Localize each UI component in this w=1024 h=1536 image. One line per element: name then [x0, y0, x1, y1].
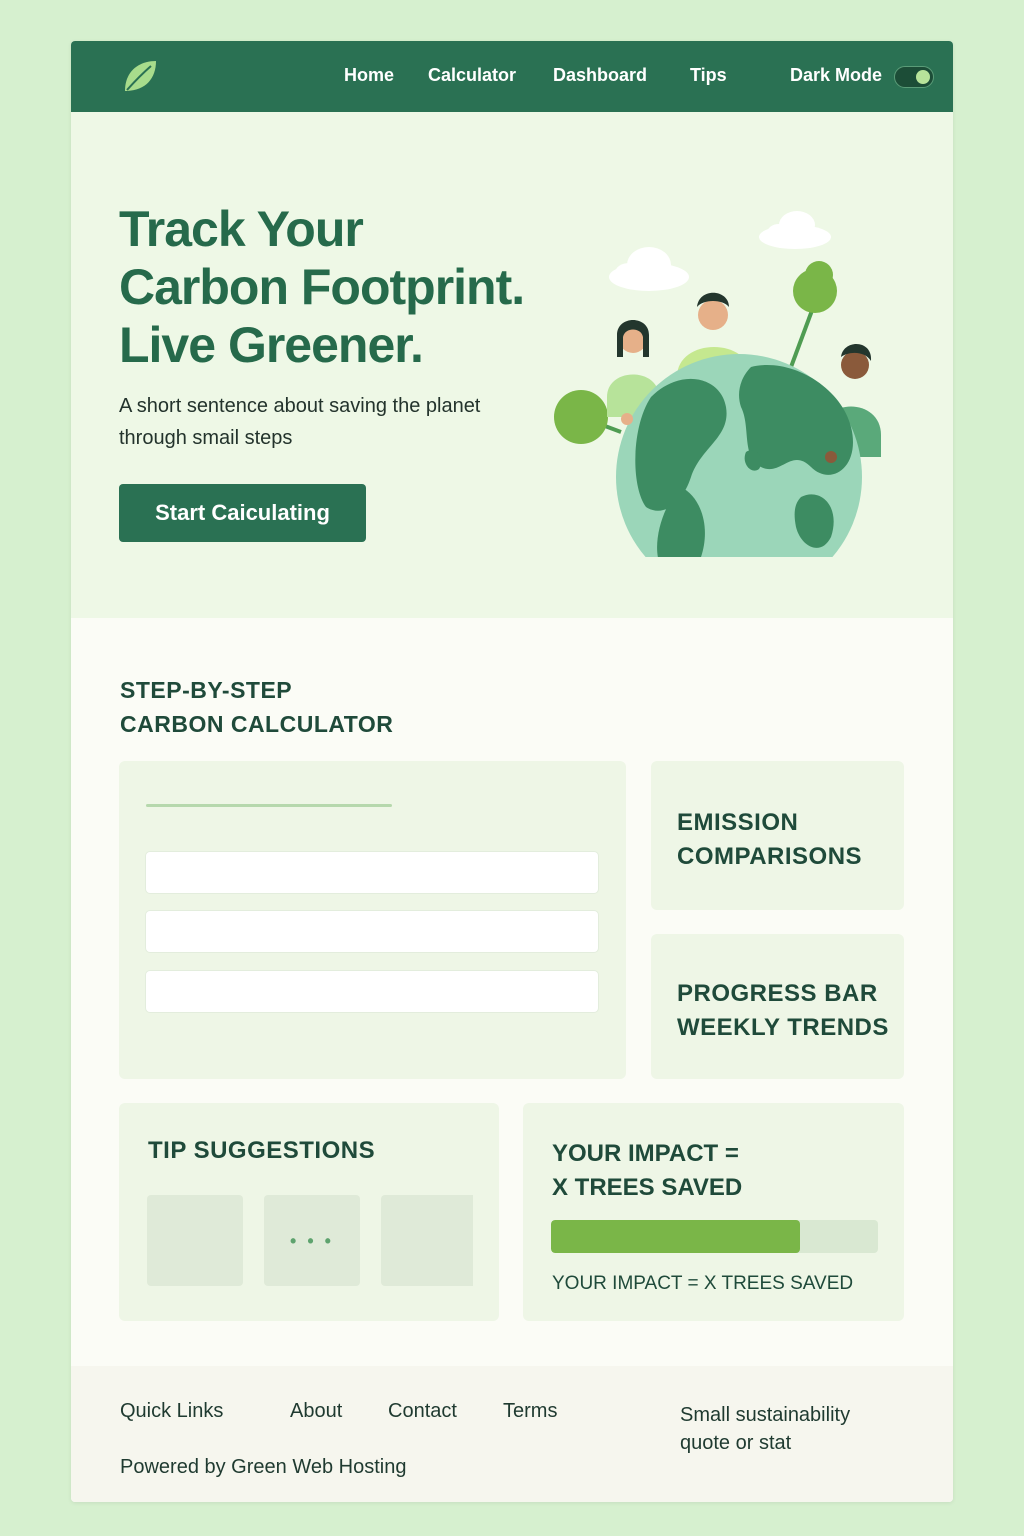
impact-title: YOUR IMPACT = X TREES SAVED: [552, 1137, 742, 1205]
calculator-input-3[interactable]: [145, 970, 599, 1013]
toggle-knob: [916, 70, 930, 84]
impact-caption: YOUR IMPACT = X TREES SAVED: [552, 1273, 854, 1294]
impact-progress-bar: [551, 1220, 878, 1253]
calculator-section-title: STEP-BY-STEP CARBON CALCULATOR: [120, 673, 393, 741]
tip-item[interactable]: [381, 1195, 473, 1286]
footer-link-about[interactable]: About: [290, 1400, 342, 1423]
dark-mode-label: Dark Mode: [790, 65, 883, 85]
tip-item-more[interactable]: • • •: [264, 1195, 360, 1286]
footer-powered-by: Powered by Green Web Hosting: [120, 1456, 407, 1478]
footer-sustainability-quote: Small sustainability quote or stat: [680, 1404, 851, 1454]
calculator-form-card: [119, 761, 626, 1079]
top-navigation-bar: Home Calculator Dashboard Tips Dark Mode: [71, 41, 953, 112]
more-dots-icon: • • •: [290, 1231, 334, 1251]
globe-illustration: [554, 211, 881, 557]
section-title-line-2: CARBON CALCULATOR: [120, 711, 394, 737]
emission-title-line-1: EMISSION: [677, 809, 799, 836]
form-progress-line: [146, 804, 392, 807]
impact-title-line-1: YOUR IMPACT =: [552, 1140, 739, 1167]
progress-title-line-1: PROGRESS BAR: [677, 980, 878, 1007]
impact-title-line-2: X TREES SAVED: [552, 1174, 743, 1201]
nav-link-tips[interactable]: Tips: [690, 65, 727, 86]
footer-link-terms[interactable]: Terms: [503, 1400, 557, 1423]
hero-title-line-1: Track Your: [119, 201, 364, 257]
emission-comparisons-card[interactable]: EMISSION COMPARISONS: [651, 761, 904, 910]
section-title-line-1: STEP-BY-STEP: [120, 677, 293, 703]
nav-link-home[interactable]: Home: [344, 65, 394, 86]
page-container: Home Calculator Dashboard Tips Dark Mode…: [71, 41, 953, 1502]
nav-link-calculator[interactable]: Calculator: [428, 65, 516, 86]
hero-title: Track Your Carbon Footprint. Live Greene…: [119, 200, 579, 374]
tip-suggestions-title: TIP SUGGESTIONS: [148, 1137, 376, 1164]
footer: Quick Links About Contact Terms Small su…: [71, 1366, 953, 1502]
calculator-input-1[interactable]: [145, 851, 599, 894]
tip-suggestions-card: TIP SUGGESTIONS • • •: [119, 1103, 499, 1321]
impact-card: YOUR IMPACT = X TREES SAVED YOUR IMPACT …: [523, 1103, 904, 1321]
impact-progress-fill: [551, 1220, 800, 1253]
hero-subtitle: A short sentence about saving the planet…: [119, 395, 481, 449]
emission-title-line-2: COMPARISONS: [677, 843, 863, 870]
progress-title-line-2: WEEKLY TRENDS: [677, 1014, 889, 1041]
emission-comparisons-title: EMISSION COMPARISONS: [677, 806, 862, 874]
tip-item[interactable]: [147, 1195, 243, 1286]
nav-link-dashboard[interactable]: Dashboard: [553, 65, 647, 86]
hero-title-line-2: Carbon Footprint.: [119, 259, 525, 315]
cloud-icon: [609, 247, 689, 291]
footer-link-contact[interactable]: Contact: [388, 1400, 457, 1423]
leaf-icon[interactable]: [121, 57, 159, 95]
cloud-icon: [759, 211, 831, 249]
progress-weekly-trends-title: PROGRESS BAR WEEKLY TRENDS: [677, 977, 889, 1045]
calculator-input-2[interactable]: [145, 910, 599, 953]
footer-link-quick-links[interactable]: Quick Links: [120, 1400, 223, 1423]
dark-mode-toggle[interactable]: [894, 66, 934, 88]
hero-title-line-3: Live Greener.: [119, 317, 424, 373]
start-calculating-button[interactable]: Start Caiculating: [119, 484, 366, 542]
progress-weekly-trends-card[interactable]: PROGRESS BAR WEEKLY TRENDS: [651, 934, 904, 1079]
hero-section: Track Your Carbon Footprint. Live Greene…: [71, 112, 953, 618]
